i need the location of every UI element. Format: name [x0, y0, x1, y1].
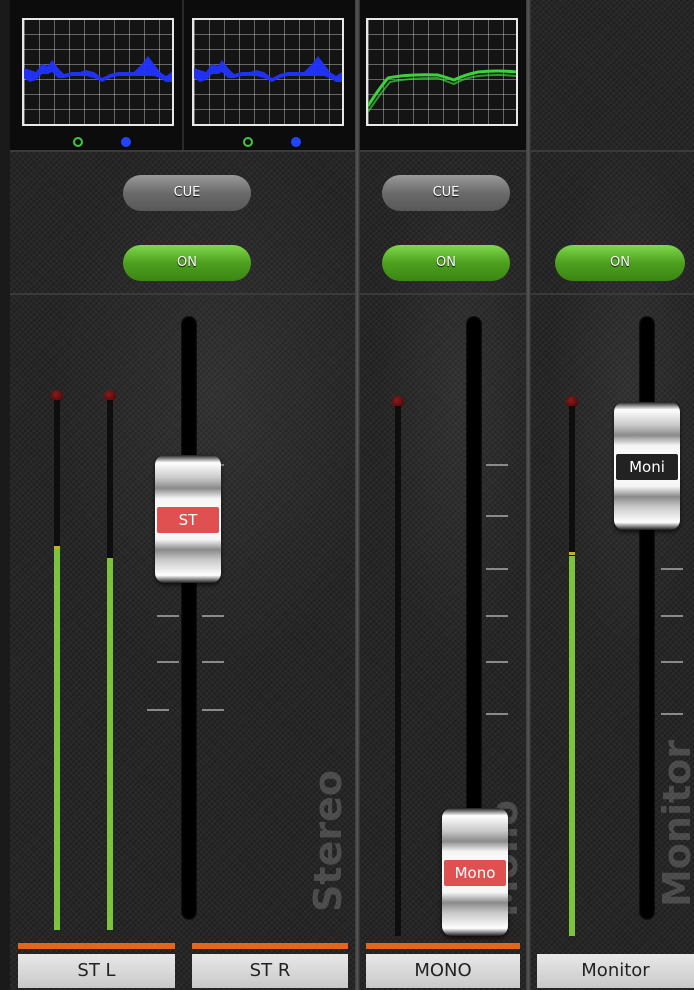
cue-button[interactable]: CUE — [123, 175, 251, 211]
meter-st-r — [107, 400, 113, 930]
fader-knob-st[interactable]: ST — [155, 455, 221, 583]
scale-tick — [486, 615, 508, 617]
separator — [531, 150, 694, 152]
channel-name-st-l[interactable]: ST L — [18, 954, 175, 988]
fader-track[interactable] — [181, 316, 197, 920]
fader-knob-label: Moni — [616, 454, 678, 480]
strip-title: Monitor — [655, 740, 694, 908]
scale-tick — [157, 615, 179, 617]
channel-color-bar — [192, 943, 348, 949]
on-button[interactable]: ON — [555, 245, 685, 281]
scale-tick — [147, 709, 169, 711]
channel-color-bar — [366, 943, 520, 949]
scale-tick — [661, 568, 683, 570]
eq-curve — [368, 69, 516, 113]
eq-on-icon — [73, 137, 83, 147]
scale-tick — [486, 713, 508, 715]
mono-channel-strip: CUE ON Mono Mono MONO — [360, 0, 526, 990]
on-button[interactable]: ON — [382, 245, 510, 281]
channel-name-mono[interactable]: MONO — [366, 954, 520, 988]
scale-tick — [486, 464, 508, 466]
meter-mono — [395, 406, 401, 936]
scale-tick — [202, 615, 224, 617]
meter-st-l — [54, 400, 60, 930]
monitor-channel-strip: ON Moni Monitor Monitor — [531, 0, 694, 990]
meter-monitor — [569, 406, 575, 936]
scale-tick — [661, 713, 683, 715]
separator — [360, 150, 526, 152]
separator — [10, 150, 355, 152]
channel-name-st-r[interactable]: ST R — [192, 954, 348, 988]
scale-tick — [202, 661, 224, 663]
channel-name-monitor[interactable]: Monitor — [537, 954, 694, 988]
fader-knob-label: ST — [157, 507, 219, 533]
scale-tick — [157, 661, 179, 663]
eq-divider — [182, 0, 184, 150]
fader-knob-mono[interactable]: Mono — [442, 808, 508, 936]
channel-color-bar — [18, 943, 175, 949]
scale-tick — [486, 661, 508, 663]
cue-button[interactable]: CUE — [382, 175, 510, 211]
on-button[interactable]: ON — [123, 245, 251, 281]
eq-curve — [194, 56, 342, 82]
separator — [531, 293, 694, 295]
eq-on-icon — [243, 137, 253, 147]
separator — [10, 293, 355, 295]
eq-graph-str[interactable] — [192, 18, 344, 126]
separator — [360, 293, 526, 295]
fader-knob-label: Mono — [444, 860, 506, 886]
eq-curve — [24, 56, 172, 82]
scale-tick — [202, 709, 224, 711]
stereo-channel-strip: CUE ON ST Stereo ST L ST R — [10, 0, 355, 990]
fader-knob-monitor[interactable]: Moni — [614, 402, 680, 530]
eq-hpf-icon — [121, 137, 131, 147]
strip-title: Stereo — [306, 770, 350, 912]
scale-tick — [486, 515, 508, 517]
eq-hpf-icon — [291, 137, 301, 147]
eq-graph-stl[interactable] — [22, 18, 174, 126]
scale-tick — [486, 568, 508, 570]
scale-tick — [661, 615, 683, 617]
scale-tick — [661, 661, 683, 663]
eq-graph-mono[interactable] — [366, 18, 518, 126]
